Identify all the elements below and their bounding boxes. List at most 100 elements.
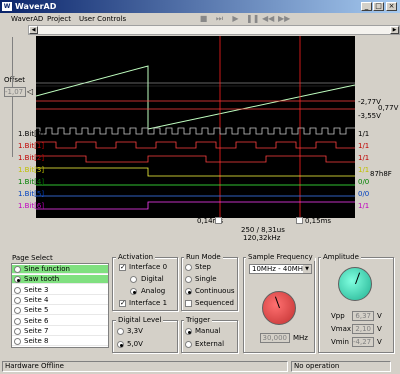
bit0-value: 1/1 — [358, 130, 370, 138]
interface0-label: Interface 0 — [129, 263, 168, 271]
rewind-icon[interactable]: ◀◀ — [262, 14, 274, 24]
page-radio[interactable] — [14, 266, 21, 273]
offset-slider-track[interactable] — [12, 37, 13, 157]
interface1-checkbox[interactable]: ✓ — [119, 300, 126, 307]
amplitude-knob-pointer — [355, 272, 361, 285]
waverad-app-icon: W — [2, 2, 12, 11]
chevron-down-icon[interactable]: ▼ — [303, 265, 311, 273]
interface0-checkbox[interactable]: ✓ — [119, 264, 126, 271]
vmax-field: 2,10 — [352, 324, 374, 334]
page-radio[interactable] — [14, 286, 21, 294]
amplitude-knob[interactable] — [338, 267, 372, 301]
run-mode-title: Run Mode — [184, 253, 223, 261]
step-radio[interactable] — [185, 264, 192, 271]
analog-radio[interactable] — [130, 288, 137, 295]
trigger-title: Trigger — [184, 316, 213, 324]
scroll-thumb[interactable] — [38, 26, 390, 34]
bit-label-2: 1.Bit[2] — [18, 154, 45, 162]
digital-level-group — [112, 320, 178, 353]
frequency-knob[interactable] — [262, 291, 296, 325]
trigger-group — [181, 320, 238, 353]
page-list-item[interactable]: Seite 7 — [12, 326, 108, 336]
bit3-value: 1/1 — [358, 166, 370, 174]
sample-info: 250 / 8,31us — [241, 226, 285, 234]
play-icon[interactable]: ▶ — [230, 14, 241, 24]
sequenced-checkbox[interactable] — [185, 300, 192, 307]
forward-icon[interactable]: ▶▶ — [278, 14, 290, 24]
frequency-select[interactable]: 10MHz - 40MHz ▼ — [249, 264, 312, 274]
manual-radio[interactable] — [185, 328, 192, 335]
bit2-value: 1/1 — [358, 154, 370, 162]
level-5v0-radio[interactable] — [117, 341, 124, 348]
sample-frequency-title: Sample Frequency — [246, 253, 315, 261]
oscilloscope-display[interactable] — [36, 36, 355, 218]
page-list-item[interactable]: Seite 6 — [12, 316, 108, 326]
page-radio[interactable] — [14, 307, 21, 315]
status-right: No operation — [291, 361, 391, 372]
vmin-field: -4,27 — [352, 337, 374, 347]
bit1-value: 1/1 — [358, 142, 370, 150]
interface1-label: Interface 1 — [129, 299, 168, 307]
frequency-select-value: 10MHz - 40MHz — [252, 265, 307, 273]
single-radio[interactable] — [185, 276, 192, 283]
pause-icon[interactable]: ❚❚ — [246, 14, 259, 24]
vmin-unit: V — [377, 338, 382, 346]
page-label: Seite 5 — [24, 306, 49, 315]
page-radio[interactable] — [14, 327, 21, 335]
menu-waverad[interactable]: WaverAD — [11, 14, 43, 24]
page-list-item[interactable]: Seite 4 — [12, 295, 108, 305]
bit5-value: 0/0 — [358, 190, 370, 198]
menu-project[interactable]: Project — [47, 14, 71, 24]
page-select-list: Sine function Saw tooth Seite 3 Seite 4 Seit… — [11, 263, 109, 348]
level-3v3-radio[interactable] — [117, 328, 124, 335]
bit0-trace — [36, 127, 355, 135]
page-label: Seite 7 — [24, 326, 49, 335]
page-radio[interactable] — [14, 276, 21, 284]
cursor-left-handle[interactable] — [215, 217, 222, 224]
bit-label-3: 1.Bit[3] — [18, 166, 45, 174]
window-title: WaverAD — [15, 2, 57, 11]
bit3-trace — [36, 167, 355, 177]
page-list-item[interactable]: Sine function — [12, 265, 108, 274]
continuous-radio[interactable] — [185, 288, 192, 295]
page-list-item[interactable]: Seite 3 — [12, 285, 108, 295]
stop-icon[interactable]: ■ — [198, 14, 209, 24]
voltage-label-2: 0,77V — [378, 104, 399, 112]
sequenced-label: Sequenced — [195, 299, 234, 307]
digital-radio[interactable] — [130, 276, 137, 283]
page-list-item[interactable]: Saw tooth — [12, 275, 108, 285]
bit6-trace — [36, 201, 355, 210]
amplitude-title: Amplitude — [321, 253, 361, 261]
external-label: External — [195, 340, 225, 348]
step-label: Step — [195, 263, 211, 271]
page-radio[interactable] — [14, 296, 21, 304]
scroll-right-icon[interactable]: ▶ — [390, 26, 399, 34]
page-list-item[interactable]: Seite 5 — [12, 306, 108, 316]
page-radio[interactable] — [14, 338, 21, 346]
page-label: Saw tooth — [24, 275, 60, 284]
step-icon[interactable]: ⏭ — [214, 14, 225, 24]
offset-value-field[interactable]: -1,07 — [4, 87, 26, 97]
title-bar: W WaverAD _ □ × — [0, 0, 400, 13]
page-select-title: Page Select — [12, 254, 53, 262]
minimize-button[interactable]: _ — [361, 2, 372, 11]
frequency-value-field[interactable]: 30,000 — [260, 333, 290, 343]
page-radio[interactable] — [14, 317, 21, 325]
level-3v3-label: 3,3V — [127, 327, 143, 335]
knob-pointer — [274, 296, 280, 309]
close-button[interactable]: × — [386, 2, 397, 11]
cursor-right-handle[interactable] — [296, 217, 303, 224]
horizontal-scrollbar[interactable]: ◀ ▶ — [28, 25, 400, 35]
page-label: Seite 3 — [24, 285, 49, 294]
activation-title: Activation — [116, 253, 156, 261]
menu-user-controls[interactable]: User Controls — [79, 14, 126, 24]
page-label: Sine function — [24, 265, 70, 273]
continuous-label: Continuous — [195, 287, 235, 295]
bit-label-5: 1.Bit[5] — [18, 190, 45, 198]
page-list-item[interactable]: Seite 8 — [12, 337, 108, 347]
bit-label-6: 1.Bit[6] — [18, 202, 45, 210]
offset-slider-thumb-icon[interactable]: ◁ — [27, 87, 33, 96]
external-radio[interactable] — [185, 341, 192, 348]
maximize-button[interactable]: □ — [373, 2, 384, 11]
scroll-left-icon[interactable]: ◀ — [29, 26, 38, 34]
